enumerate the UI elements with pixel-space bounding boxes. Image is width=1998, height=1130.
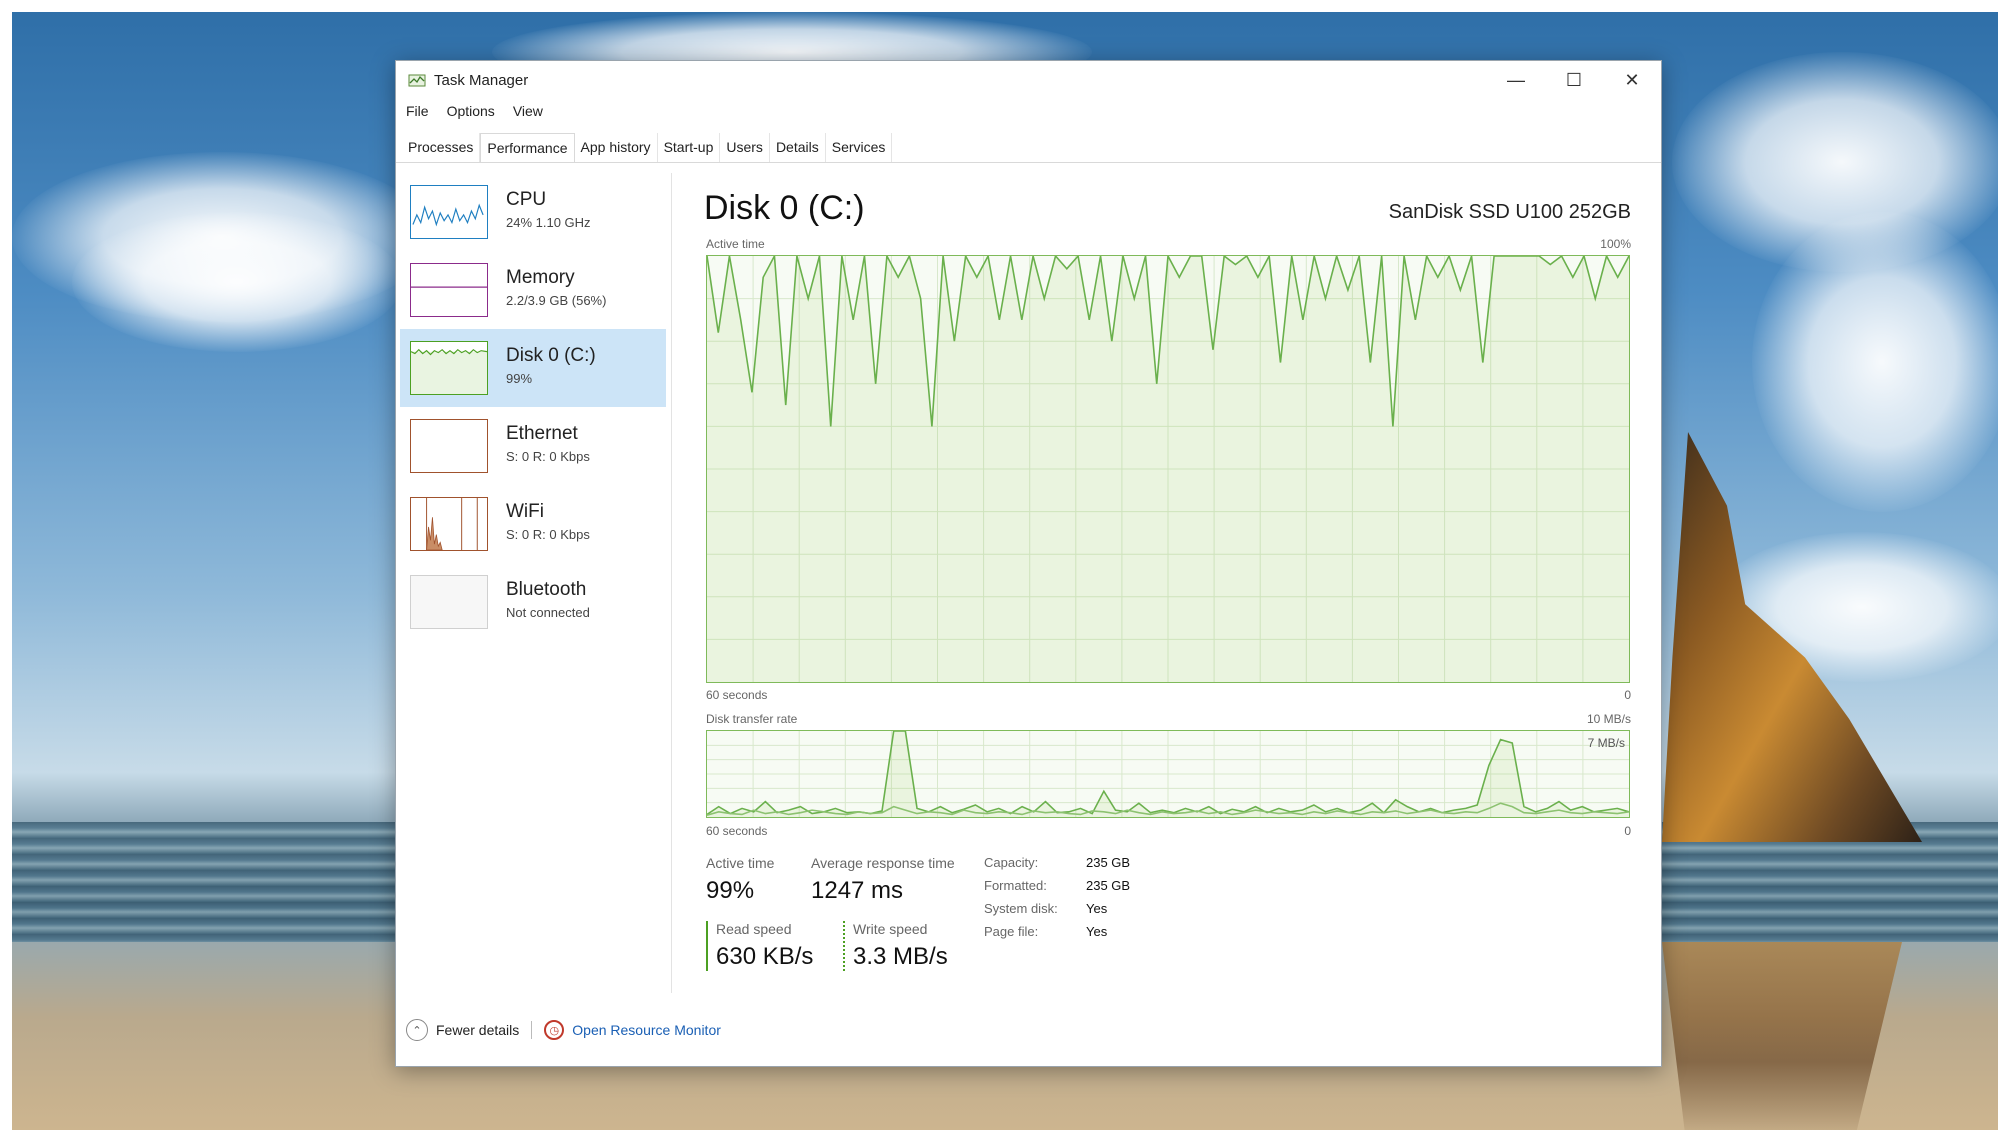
tab-performance[interactable]: Performance <box>480 133 575 163</box>
write-speed-label: Write speed <box>853 921 928 937</box>
task-manager-window: Task Manager — ☐ ✕ File Options View Pro… <box>395 60 1662 1067</box>
chevron-up-icon[interactable]: ⌃ <box>406 1019 428 1041</box>
system-disk-value: Yes <box>1086 901 1108 916</box>
sidebar-item-label: WiFi <box>506 501 544 522</box>
sidebar-item-label: Bluetooth <box>506 579 587 600</box>
active-time-max-label: 100% <box>1600 237 1631 251</box>
active-time-chart-label: Active time <box>706 237 765 251</box>
system-disk-label: System disk: <box>984 901 1058 916</box>
transfer-min-label: 0 <box>1624 824 1631 838</box>
sidebar-item-wifi[interactable]: WiFi S: 0 R: 0 Kbps <box>400 485 666 563</box>
tab-details[interactable]: Details <box>770 133 826 163</box>
transfer-chart-label: Disk transfer rate <box>706 712 798 726</box>
menu-file[interactable]: File <box>404 103 431 123</box>
fewer-details-button[interactable]: Fewer details <box>436 1022 519 1038</box>
close-button[interactable]: ✕ <box>1603 61 1661 99</box>
disk-thumbnail <box>410 341 488 395</box>
sidebar-item-label: CPU <box>506 189 547 210</box>
active-time-min-label: 0 <box>1624 688 1631 702</box>
disk-model-name: SanDisk SSD U100 252GB <box>1388 201 1631 223</box>
write-speed-marker <box>843 921 845 971</box>
active-time-chart <box>706 255 1630 683</box>
transfer-secondary-label: 7 MB/s <box>1587 736 1625 750</box>
active-time-area <box>707 256 1629 682</box>
footer-bar: ⌃ Fewer details ◷ Open Resource Monitor <box>406 1019 721 1041</box>
active-time-x-label: 60 seconds <box>706 688 768 702</box>
wifi-thumbnail <box>410 497 488 551</box>
bluetooth-thumbnail <box>410 575 488 629</box>
menu-view[interactable]: View <box>511 103 545 123</box>
sidebar-divider <box>671 173 672 993</box>
sidebar-item-disk[interactable]: Disk 0 (C:) 99% <box>400 329 666 407</box>
formatted-value: 235 GB <box>1086 878 1131 893</box>
window-title: Task Manager <box>434 72 529 89</box>
transfer-max-label: 10 MB/s <box>1586 712 1631 726</box>
memory-thumbnail <box>410 263 488 317</box>
title-bar[interactable]: Task Manager — ☐ ✕ <box>396 61 1661 99</box>
sidebar-item-label: Disk 0 (C:) <box>506 345 596 366</box>
sidebar-item-label: Memory <box>506 267 575 288</box>
tab-divider <box>396 162 1661 163</box>
capacity-value: 235 GB <box>1086 855 1131 870</box>
sidebar-item-label: Ethernet <box>506 423 578 444</box>
read-speed-marker <box>706 921 708 971</box>
response-time-value: 1247 ms <box>811 877 904 904</box>
write-speed-value: 3.3 MB/s <box>853 943 948 970</box>
read-speed-label: Read speed <box>716 921 792 937</box>
resource-monitor-icon[interactable]: ◷ <box>544 1020 565 1040</box>
sidebar-item-bluetooth[interactable]: Bluetooth Not connected <box>400 563 666 641</box>
transfer-x-label: 60 seconds <box>706 824 768 838</box>
footer-separator <box>531 1021 533 1039</box>
tab-services[interactable]: Services <box>826 133 893 163</box>
task-manager-icon <box>408 74 426 87</box>
tab-processes[interactable]: Processes <box>402 133 481 163</box>
menu-bar: File Options View <box>404 103 545 123</box>
open-resource-monitor-link[interactable]: Open Resource Monitor <box>572 1022 721 1038</box>
tab-users[interactable]: Users <box>720 133 770 163</box>
minimize-button[interactable]: — <box>1487 61 1545 99</box>
response-time-label: Average response time <box>811 855 955 871</box>
sidebar-item-memory[interactable]: Memory 2.2/3.9 GB (56%) <box>400 251 666 329</box>
sidebar-item-value: S: 0 R: 0 Kbps <box>506 527 590 542</box>
cpu-thumbnail <box>410 185 488 239</box>
sidebar-item-value: Not connected <box>506 605 590 620</box>
sidebar-item-value: 2.2/3.9 GB (56%) <box>506 293 607 308</box>
formatted-label: Formatted: <box>984 878 1047 893</box>
sidebar-item-value: 24% 1.10 GHz <box>506 215 591 230</box>
page-file-label: Page file: <box>984 924 1039 939</box>
menu-options[interactable]: Options <box>445 103 497 123</box>
read-speed-value: 630 KB/s <box>716 943 814 970</box>
page-title: Disk 0 (C:) <box>704 189 865 227</box>
ethernet-thumbnail <box>410 419 488 473</box>
active-time-stat-value: 99% <box>706 877 755 904</box>
sidebar-item-value: S: 0 R: 0 Kbps <box>506 449 590 464</box>
page-file-value: Yes <box>1086 924 1108 939</box>
maximize-button[interactable]: ☐ <box>1545 61 1603 99</box>
tab-start-up[interactable]: Start-up <box>658 133 721 163</box>
capacity-label: Capacity: <box>984 855 1039 870</box>
active-time-stat-label: Active time <box>706 855 775 871</box>
tab-app-history[interactable]: App history <box>575 133 658 163</box>
transfer-rate-chart <box>706 730 1630 818</box>
sidebar-item-ethernet[interactable]: Ethernet S: 0 R: 0 Kbps <box>400 407 666 485</box>
tab-bar: Processes Performance App history Start-… <box>402 133 893 163</box>
sidebar-item-value: 99% <box>506 371 533 386</box>
sidebar-item-cpu[interactable]: CPU 24% 1.10 GHz <box>400 173 666 251</box>
